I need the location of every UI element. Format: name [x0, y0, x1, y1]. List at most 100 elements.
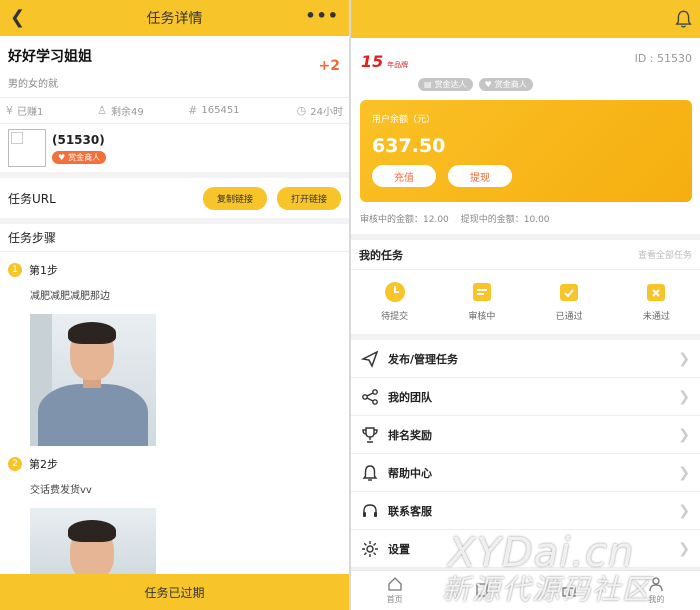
menu-item-support[interactable]: 联系客服 ❯ [351, 492, 700, 530]
card-icon: ▤ [424, 80, 432, 89]
withdraw-button[interactable]: 提现 [448, 165, 512, 187]
heart-icon: ♥ [58, 152, 66, 162]
task-expired-bar[interactable]: 任务已过期 [0, 574, 349, 610]
balance-label: 用户余额（元） [372, 115, 436, 125]
user-icon [649, 577, 664, 592]
badge-bounty-merchant: ♥ 赏金商人 [478, 78, 533, 91]
profile-screen: 15 年品牌 ▤ 赏金达人 ♥ 赏金商人 ID : 51530 用户余额（元） … [351, 0, 700, 610]
menu-item-help[interactable]: 帮助中心 ❯ [351, 454, 700, 492]
task-detail-screen: ❮ 任务详情 ••• 好好学习姐姐 男的女的就 +2 ¥ 已赚1 ♙ 剩余49 … [0, 0, 349, 610]
bell-icon [362, 464, 378, 481]
stat-id: # 165451 [188, 104, 279, 117]
reject-doc-icon [647, 283, 666, 301]
menu-item-team[interactable]: 我的团队 ❯ [351, 378, 700, 416]
publisher-badge: ♥ 赏金商人 [52, 150, 107, 164]
step-text: 交话费发货vv [30, 485, 92, 496]
step-header: 2 第2步 [8, 456, 341, 472]
share-icon [362, 388, 378, 405]
check-doc-icon [560, 283, 579, 301]
task-reward: +2 [318, 58, 340, 74]
stat-earned-text: 已赚1 [17, 107, 44, 118]
step-title: 第2步 [29, 458, 58, 471]
profile-header [351, 0, 700, 38]
task-summary: 好好学习姐姐 男的女的就 +2 [0, 36, 349, 98]
task-status-passed[interactable]: 已通过 [526, 281, 613, 322]
more-icon[interactable]: ••• [305, 6, 339, 25]
user-badges: ▤ 赏金达人 ♥ 赏金商人 [418, 74, 533, 91]
task-description: 男的女的就 [8, 79, 58, 90]
tab-rewards[interactable] [526, 571, 613, 610]
account-section: 15 年品牌 ▤ 赏金达人 ♥ 赏金商人 ID : 51530 用户余额（元） … [351, 38, 700, 234]
user-icon: ♙ [97, 104, 107, 117]
page-title: 任务详情 [146, 11, 203, 27]
send-icon [361, 349, 379, 368]
my-tasks-section: 我的任务 查看全部任务 待提交 审核中 已通过 未通过 [351, 240, 700, 334]
publisher-row[interactable]: (51530) ♥ 赏金商人 [0, 124, 349, 178]
profile-menu: 发布/管理任务 ❯ 我的团队 ❯ 排名奖励 ❯ 帮助中心 ❯ 联系客服 ❯ 设置… [351, 340, 700, 568]
pending-amounts: 审核中的金额：12.00 提现中的金额：10.00 [360, 212, 550, 225]
step-text: 减肥减肥减肥那边 [30, 291, 110, 302]
badge-bounty-expert: ▤ 赏金达人 [418, 78, 473, 91]
menu-item-ranking[interactable]: 排名奖励 ❯ [351, 416, 700, 454]
headset-icon [363, 503, 377, 517]
stat-earned: ¥ 已赚1 [6, 103, 97, 118]
document-icon [472, 282, 491, 301]
chevron-right-icon: ❯ [678, 502, 690, 519]
view-all-tasks-link[interactable]: 查看全部任务 [638, 248, 692, 261]
task-url-label: 任务URL [8, 191, 56, 206]
user-id: ID : 51530 [634, 52, 692, 65]
withdrawing-amount: 提现中的金额：10.00 [460, 215, 550, 225]
tab-tasks[interactable] [438, 571, 525, 610]
task-icon [476, 582, 488, 597]
step-item: 1 第1步 减肥减肥减肥那边 [0, 252, 349, 446]
heart-icon: ♥ [484, 80, 492, 89]
step-image[interactable] [30, 508, 156, 578]
task-detail-header: ❮ 任务详情 ••• [0, 0, 349, 36]
step-title: 第1步 [29, 264, 58, 277]
chevron-right-icon: ❯ [678, 350, 690, 367]
trophy-icon [362, 426, 378, 443]
stat-remaining-text: 剩余49 [110, 107, 144, 118]
review-amount: 审核中的金额：12.00 [360, 215, 449, 225]
balance-amount: 637.50 [372, 135, 446, 157]
task-url-row: 任务URL 复制链接 打开链接 [0, 178, 349, 224]
clock-icon: ◷ [296, 104, 307, 117]
chevron-right-icon: ❯ [678, 388, 690, 405]
task-name: 好好学习姐姐 [8, 49, 92, 65]
steps-title: 任务步骤 [0, 224, 349, 252]
open-link-button[interactable]: 打开链接 [276, 186, 341, 210]
stat-remaining: ♙ 剩余49 [97, 103, 188, 118]
step-header: 1 第1步 [8, 262, 341, 278]
task-status-pending[interactable]: 待提交 [351, 281, 438, 322]
gift-icon [562, 586, 576, 597]
my-tasks-title: 我的任务 [359, 248, 403, 262]
chevron-left-icon[interactable]: ❮ [10, 7, 25, 28]
yen-icon: ¥ [6, 104, 13, 117]
recharge-button[interactable]: 充值 [372, 165, 436, 187]
stat-id-text: 165451 [201, 105, 240, 116]
clock-icon [384, 281, 405, 302]
brand-logo: 15 年品牌 [361, 52, 409, 71]
chevron-right-icon: ❯ [678, 464, 690, 481]
chevron-right-icon: ❯ [678, 426, 690, 443]
step-number: 1 [8, 263, 22, 277]
publisher-badge-label: 赏金商人 [68, 152, 101, 162]
menu-item-settings[interactable]: 设置 ❯ [351, 530, 700, 568]
hash-icon: # [188, 104, 198, 117]
bell-icon[interactable] [675, 9, 692, 29]
step-number: 2 [8, 457, 22, 471]
tab-mine[interactable]: 我的 [613, 571, 700, 610]
menu-item-publish[interactable]: 发布/管理任务 ❯ [351, 340, 700, 378]
copy-link-button[interactable]: 复制链接 [202, 186, 267, 210]
bottom-tab-bar: 首页 我的 [351, 570, 700, 610]
stat-time-text: 24小时 [310, 107, 343, 118]
tab-home[interactable]: 首页 [351, 571, 438, 610]
stat-time: ◷ 24小时 [279, 103, 343, 118]
avatar[interactable] [8, 129, 46, 167]
step-item: 2 第2步 交话费发货vv [0, 446, 349, 578]
home-icon [387, 577, 402, 591]
balance-card: 用户余额（元） 637.50 充值 提现 [360, 100, 692, 202]
task-status-rejected[interactable]: 未通过 [613, 281, 700, 322]
task-status-reviewing[interactable]: 审核中 [438, 281, 525, 322]
step-image[interactable] [30, 314, 156, 446]
